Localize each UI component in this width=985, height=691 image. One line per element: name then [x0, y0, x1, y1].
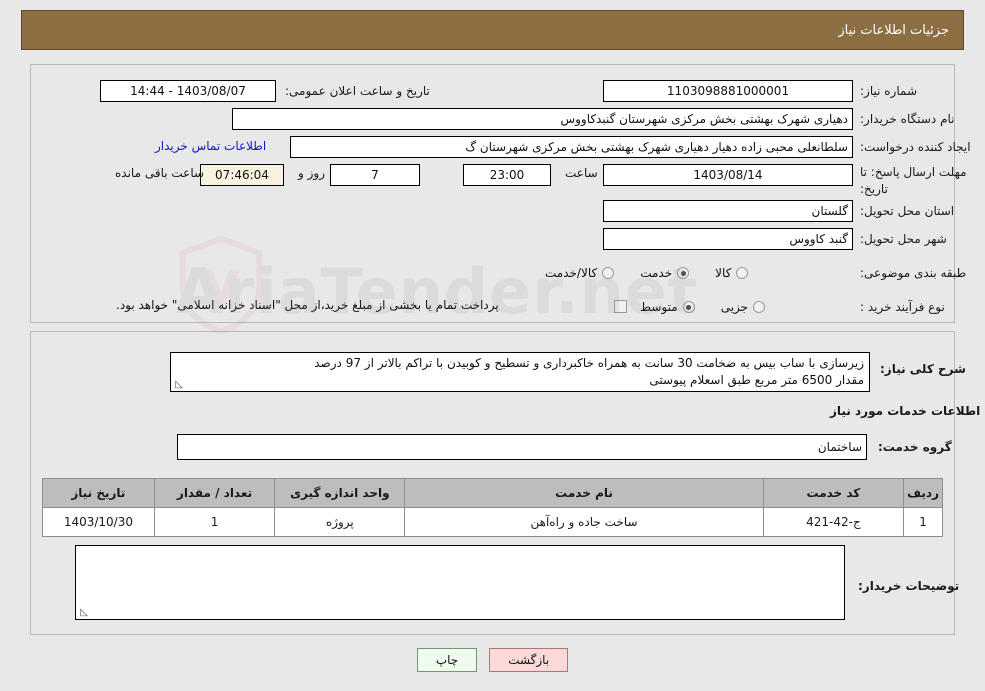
- resize-grip-icon[interactable]: ◺: [78, 608, 88, 618]
- description-textarea[interactable]: زیرسازی با ساب بیس به ضخامت 30 سانت به ه…: [170, 352, 870, 392]
- deadline-label: مهلت ارسال پاسخ: تا تاریخ:: [860, 165, 967, 196]
- row-deadline: مهلت ارسال پاسخ: تا تاریخ:: [860, 164, 980, 200]
- row-need-number: شماره نیاز:: [860, 80, 917, 102]
- treasury-bond-checkbox[interactable]: [614, 300, 627, 313]
- radio-circle-icon[interactable]: [602, 267, 615, 279]
- category-option-kala-khedmat[interactable]: کالا/خدمت: [545, 266, 615, 280]
- radio-circle-selected-icon[interactable]: [677, 267, 690, 279]
- page-title: جزئیات اطلاعات نیاز: [838, 22, 949, 38]
- resize-grip-icon[interactable]: ◺: [173, 380, 183, 390]
- requester-field[interactable]: سلطانعلی محبی زاده دهیار دهیاری شهرک بهش…: [290, 136, 853, 158]
- description-label: شرح کلی نیاز:: [880, 362, 966, 376]
- th-unit: واحد اندازه گیری: [274, 478, 406, 508]
- th-qty: تعداد / مقدار: [153, 478, 276, 508]
- radio-circle-icon[interactable]: [753, 301, 766, 313]
- cell-date: 1403/10/30: [42, 507, 155, 537]
- category-option-khedmat[interactable]: خدمت: [640, 266, 690, 280]
- radio-circle-icon[interactable]: [736, 267, 749, 279]
- row-city: شهر محل تحویل:: [860, 228, 947, 250]
- process-type-label: نوع فرآیند خرید :: [860, 300, 945, 314]
- buyer-org-label: نام دستگاه خریدار:: [860, 112, 955, 126]
- row-province: استان محل تحویل:: [860, 200, 954, 222]
- process-type-radio-group: جزیی متوسط: [640, 296, 766, 318]
- category-label: طبقه بندی موضوعی:: [860, 266, 967, 280]
- cell-qty: 1: [153, 507, 276, 537]
- service-group-label: گروه خدمت:: [878, 440, 952, 454]
- province-label: استان محل تحویل:: [860, 204, 955, 218]
- category-option-kala[interactable]: کالا: [715, 266, 749, 280]
- deadline-date-field[interactable]: 1403/08/14: [603, 164, 853, 186]
- cell-name: ساخت جاده و راه‌آهن: [404, 507, 764, 537]
- deadline-days-field[interactable]: 7: [330, 164, 420, 186]
- process-option-label-0: جزیی: [720, 300, 749, 314]
- category-radio-group: کالا خدمت کالا/خدمت: [545, 262, 749, 284]
- deadline-remaining-label: ساعت باقی مانده: [115, 166, 205, 180]
- back-button[interactable]: بازگشت: [489, 648, 569, 672]
- announce-date-label: تاریخ و ساعت اعلان عمومی:: [285, 84, 430, 98]
- th-code: کد خدمت: [762, 478, 905, 508]
- table-row: 1 ج-42-421 ساخت جاده و راه‌آهن پروژه 1 1…: [42, 507, 943, 537]
- th-row: ردیف: [903, 478, 943, 508]
- action-buttons: بازگشت چاپ: [0, 648, 985, 672]
- need-info-panel: [30, 64, 955, 323]
- process-option-jozei[interactable]: جزیی: [720, 300, 766, 314]
- cell-unit: پروژه: [274, 507, 406, 537]
- service-group-field[interactable]: ساختمان: [177, 434, 867, 460]
- row-process-type: نوع فرآیند خرید :: [860, 296, 945, 318]
- category-option-label-1: خدمت: [640, 266, 673, 280]
- print-button[interactable]: چاپ: [416, 648, 478, 672]
- radio-circle-selected-icon[interactable]: [682, 301, 695, 313]
- row-announce-date: تاریخ و ساعت اعلان عمومی:: [285, 80, 430, 102]
- deadline-days-label: روز و: [298, 166, 325, 180]
- need-number-label: شماره نیاز:: [860, 84, 917, 98]
- cell-code: ج-42-421: [762, 507, 905, 537]
- row-requester: ایجاد کننده درخواست:: [860, 136, 971, 158]
- deadline-hour-label: ساعت: [565, 166, 598, 180]
- description-line-1: زیرسازی با ساب بیس به ضخامت 30 سانت به ه…: [314, 356, 864, 370]
- process-option-label-1: متوسط: [640, 300, 678, 314]
- buyer-contact-link[interactable]: اطلاعات تماس خریدار: [155, 139, 266, 153]
- description-line-2: مقدار 6500 متر مربع طبق اسعلام پیوستی: [649, 373, 864, 387]
- process-option-motevaset[interactable]: متوسط: [640, 300, 695, 314]
- th-date: تاریخ نیاز: [42, 478, 155, 508]
- category-option-label-0: کالا: [715, 266, 732, 280]
- province-field[interactable]: گلستان: [603, 200, 853, 222]
- cell-row: 1: [903, 507, 943, 537]
- row-category: طبقه بندی موضوعی:: [860, 262, 966, 284]
- requester-label: ایجاد کننده درخواست:: [860, 140, 971, 154]
- category-option-label-2: کالا/خدمت: [545, 266, 598, 280]
- buyer-notes-label: توضیحات خریدار:: [858, 579, 960, 593]
- page-header-bar: جزئیات اطلاعات نیاز: [21, 10, 964, 50]
- table-header-row: ردیف کد خدمت نام خدمت واحد اندازه گیری ت…: [42, 478, 943, 508]
- row-buyer-org: نام دستگاه خریدار:: [860, 108, 955, 130]
- treasury-bond-label: پرداخت تمام یا بخشی از مبلغ خرید،از محل …: [116, 298, 499, 312]
- buyer-org-field[interactable]: دهیاری شهرک بهشتی بخش مرکزی شهرستان گنبد…: [232, 108, 853, 130]
- city-field[interactable]: گنبد کاووس: [603, 228, 853, 250]
- services-section-heading: اطلاعات خدمات مورد نیاز: [830, 404, 981, 418]
- announce-date-field[interactable]: 1403/08/07 - 14:44: [100, 80, 276, 102]
- services-table: ردیف کد خدمت نام خدمت واحد اندازه گیری ت…: [42, 478, 943, 537]
- th-name: نام خدمت: [404, 478, 764, 508]
- city-label: شهر محل تحویل:: [860, 232, 947, 246]
- deadline-hour-field[interactable]: 23:00: [463, 164, 551, 186]
- need-number-field[interactable]: 1103098881000001: [603, 80, 853, 102]
- deadline-countdown-field: 07:46:04: [200, 164, 284, 186]
- buyer-notes-textarea[interactable]: ◺: [75, 545, 845, 620]
